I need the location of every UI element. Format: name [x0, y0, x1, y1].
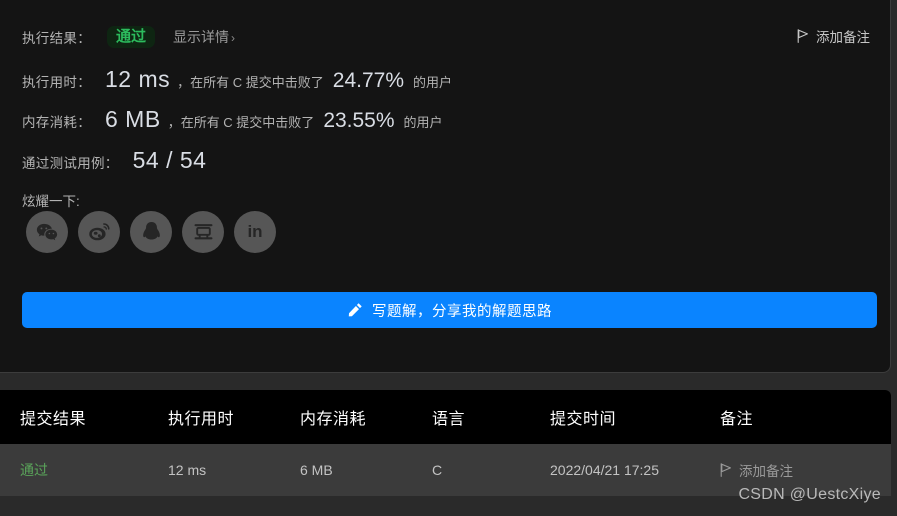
flag-icon [797, 29, 808, 43]
memory-label: 内存消耗： [22, 115, 91, 130]
douban-icon [194, 223, 212, 239]
cell-memory: 6 MB [300, 462, 333, 478]
testcases-label: 通过测试用例： [22, 156, 119, 171]
column-header-time: 提交时间 [550, 411, 617, 428]
share-label: 炫耀一下: [22, 194, 80, 209]
testcases-metric-row: 通过测试用例： 54 / 54 [22, 147, 206, 174]
verdict-label: 执行结果： [22, 31, 91, 46]
add-note-top-label: 添加备注 [816, 30, 870, 45]
pencil-icon [348, 303, 362, 317]
share-douban-button[interactable] [182, 211, 224, 253]
flag-icon [720, 463, 731, 477]
runtime-tail-text: 的用户 [413, 75, 453, 90]
table-header-row: 提交结果 执行用时 内存消耗 语言 提交时间 备注 [0, 390, 891, 444]
wechat-icon [36, 223, 58, 240]
chevron-right-icon: › [231, 31, 236, 45]
column-header-memory: 内存消耗 [300, 411, 367, 428]
result-panel: 执行结果： 通过 显示详情 › 添加备注 执行用时： 12 ms ，在所有 C 提… [0, 0, 891, 373]
column-header-note: 备注 [720, 411, 754, 428]
column-header-result: 提交结果 [20, 411, 87, 428]
share-qq-button[interactable] [130, 211, 172, 253]
runtime-percentile: 24.77% [332, 69, 404, 92]
add-note-button-top[interactable]: 添加备注 [797, 26, 870, 46]
memory-comparison-text: ，在所有 C 提交中击败了 [167, 115, 315, 130]
memory-value: 6 MB [105, 106, 161, 132]
memory-tail-text: 的用户 [403, 115, 443, 130]
runtime-label: 执行用时： [22, 75, 91, 90]
share-weibo-button[interactable] [78, 211, 120, 253]
cell-result: 通过 [0, 460, 168, 480]
share-wechat-button[interactable] [26, 211, 68, 253]
show-detail-label: 显示详情 [173, 29, 230, 45]
submission-status-text: 通过 [20, 462, 48, 478]
share-icon-list: in [26, 211, 276, 253]
memory-percentile: 23.55% [323, 109, 395, 132]
watermark: CSDN @UestcXiye [738, 486, 881, 503]
memory-metric-row: 内存消耗： 6 MB ，在所有 C 提交中击败了 23.55% 的用户 [22, 106, 443, 133]
cell-language: C [432, 462, 443, 478]
verdict-row: 执行结果： 通过 显示详情 › [22, 24, 235, 50]
write-solution-label: 写题解，分享我的解题思路 [372, 303, 552, 320]
weibo-icon [88, 223, 110, 241]
column-header-language: 语言 [432, 411, 466, 428]
show-detail-link[interactable]: 显示详情 › [173, 27, 235, 47]
qq-icon [142, 222, 160, 240]
column-header-runtime: 执行用时 [168, 411, 235, 428]
testcases-value: 54 / 54 [132, 147, 207, 173]
add-note-row-label: 添加备注 [739, 464, 793, 479]
add-note-button-row[interactable]: 添加备注 [720, 460, 891, 480]
runtime-value: 12 ms [105, 66, 171, 92]
share-linkedin-button[interactable]: in [234, 211, 276, 253]
runtime-comparison-text: ，在所有 C 提交中击败了 [177, 75, 324, 90]
write-solution-button[interactable]: 写题解，分享我的解题思路 [22, 292, 877, 328]
submissions-table: 提交结果 执行用时 内存消耗 语言 提交时间 备注 通过 12 ms 6 MB … [0, 390, 891, 496]
cell-time: 2022/04/21 17:25 [550, 462, 659, 478]
status-badge: 通过 [107, 26, 156, 48]
cell-runtime: 12 ms [168, 462, 207, 478]
cell-note: 添加备注 [720, 460, 891, 480]
runtime-metric-row: 执行用时： 12 ms ，在所有 C 提交中击败了 24.77% 的用户 [22, 66, 452, 93]
linkedin-glyph: in [247, 222, 263, 241]
